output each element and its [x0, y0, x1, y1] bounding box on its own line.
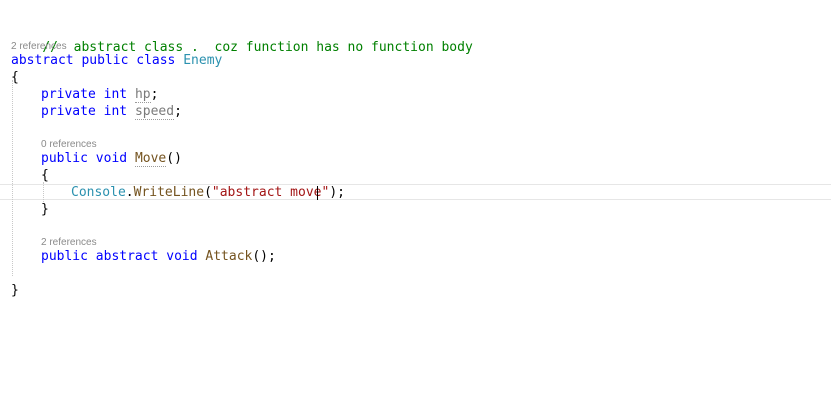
class-declaration-line: abstract public class Enemy — [11, 52, 222, 69]
dot: . — [125, 185, 134, 200]
indent-guide-method — [43, 182, 44, 202]
keyword-abstract: abstract — [11, 53, 74, 68]
attack-tail: (); — [252, 249, 276, 264]
keyword-int: int — [103, 104, 128, 119]
class-name-enemy[interactable]: Enemy — [183, 53, 222, 68]
class-close-brace: } — [11, 283, 19, 298]
comment-line: // abstract class . coz function has no … — [11, 22, 472, 55]
move-declaration-line: public void Move() — [41, 150, 182, 167]
keyword-void: void — [166, 249, 198, 264]
indent-guide-class — [12, 80, 13, 276]
keyword-void: void — [95, 151, 128, 166]
field-name-hp[interactable]: hp — [134, 87, 151, 103]
move-parens: () — [166, 151, 182, 166]
semicolon: ; — [150, 87, 159, 102]
keyword-class: class — [136, 53, 176, 68]
field-speed-line: private int speed; — [41, 103, 182, 120]
console-writeline-line[interactable]: Console.WriteLine("abstract move"); — [71, 184, 345, 201]
semicolon: ; — [174, 104, 182, 119]
method-name-move[interactable]: Move — [134, 151, 167, 167]
writeline-method[interactable]: WriteLine — [134, 185, 204, 200]
keyword-private: private — [41, 87, 96, 102]
field-hp-line: private int hp; — [41, 86, 158, 103]
console-class[interactable]: Console — [71, 185, 126, 200]
text-caret — [317, 186, 318, 200]
code-editor[interactable]: // abstract class . coz function has no … — [0, 0, 831, 416]
attack-declaration-line: public abstract void Attack(); — [41, 248, 276, 265]
keyword-int: int — [103, 87, 128, 102]
keyword-public: public — [41, 249, 88, 264]
method-name-attack[interactable]: Attack — [205, 249, 252, 264]
move-open-brace: { — [41, 168, 49, 183]
keyword-abstract: abstract — [95, 249, 159, 264]
keyword-public: public — [41, 151, 88, 166]
close-paren-semicolon: ); — [329, 185, 345, 200]
open-paren: ( — [204, 185, 212, 200]
string-literal: "abstract move" — [211, 185, 330, 200]
move-close-brace: } — [41, 202, 49, 217]
field-name-speed[interactable]: speed — [134, 104, 175, 120]
keyword-public: public — [81, 53, 129, 68]
class-open-brace: { — [11, 70, 19, 85]
keyword-private: private — [41, 104, 96, 119]
